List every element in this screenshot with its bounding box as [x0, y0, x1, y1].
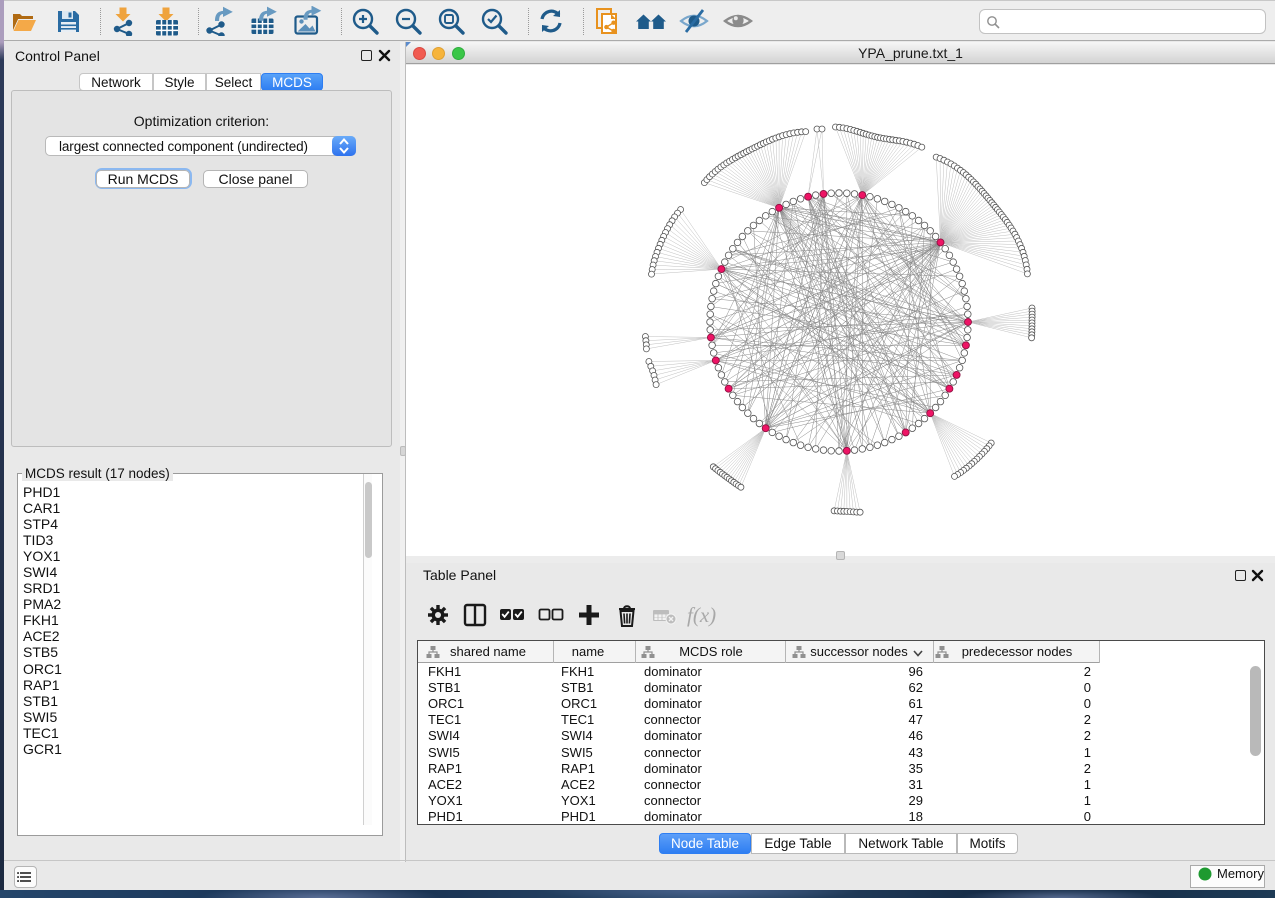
- svg-text:f(x): f(x): [687, 603, 716, 627]
